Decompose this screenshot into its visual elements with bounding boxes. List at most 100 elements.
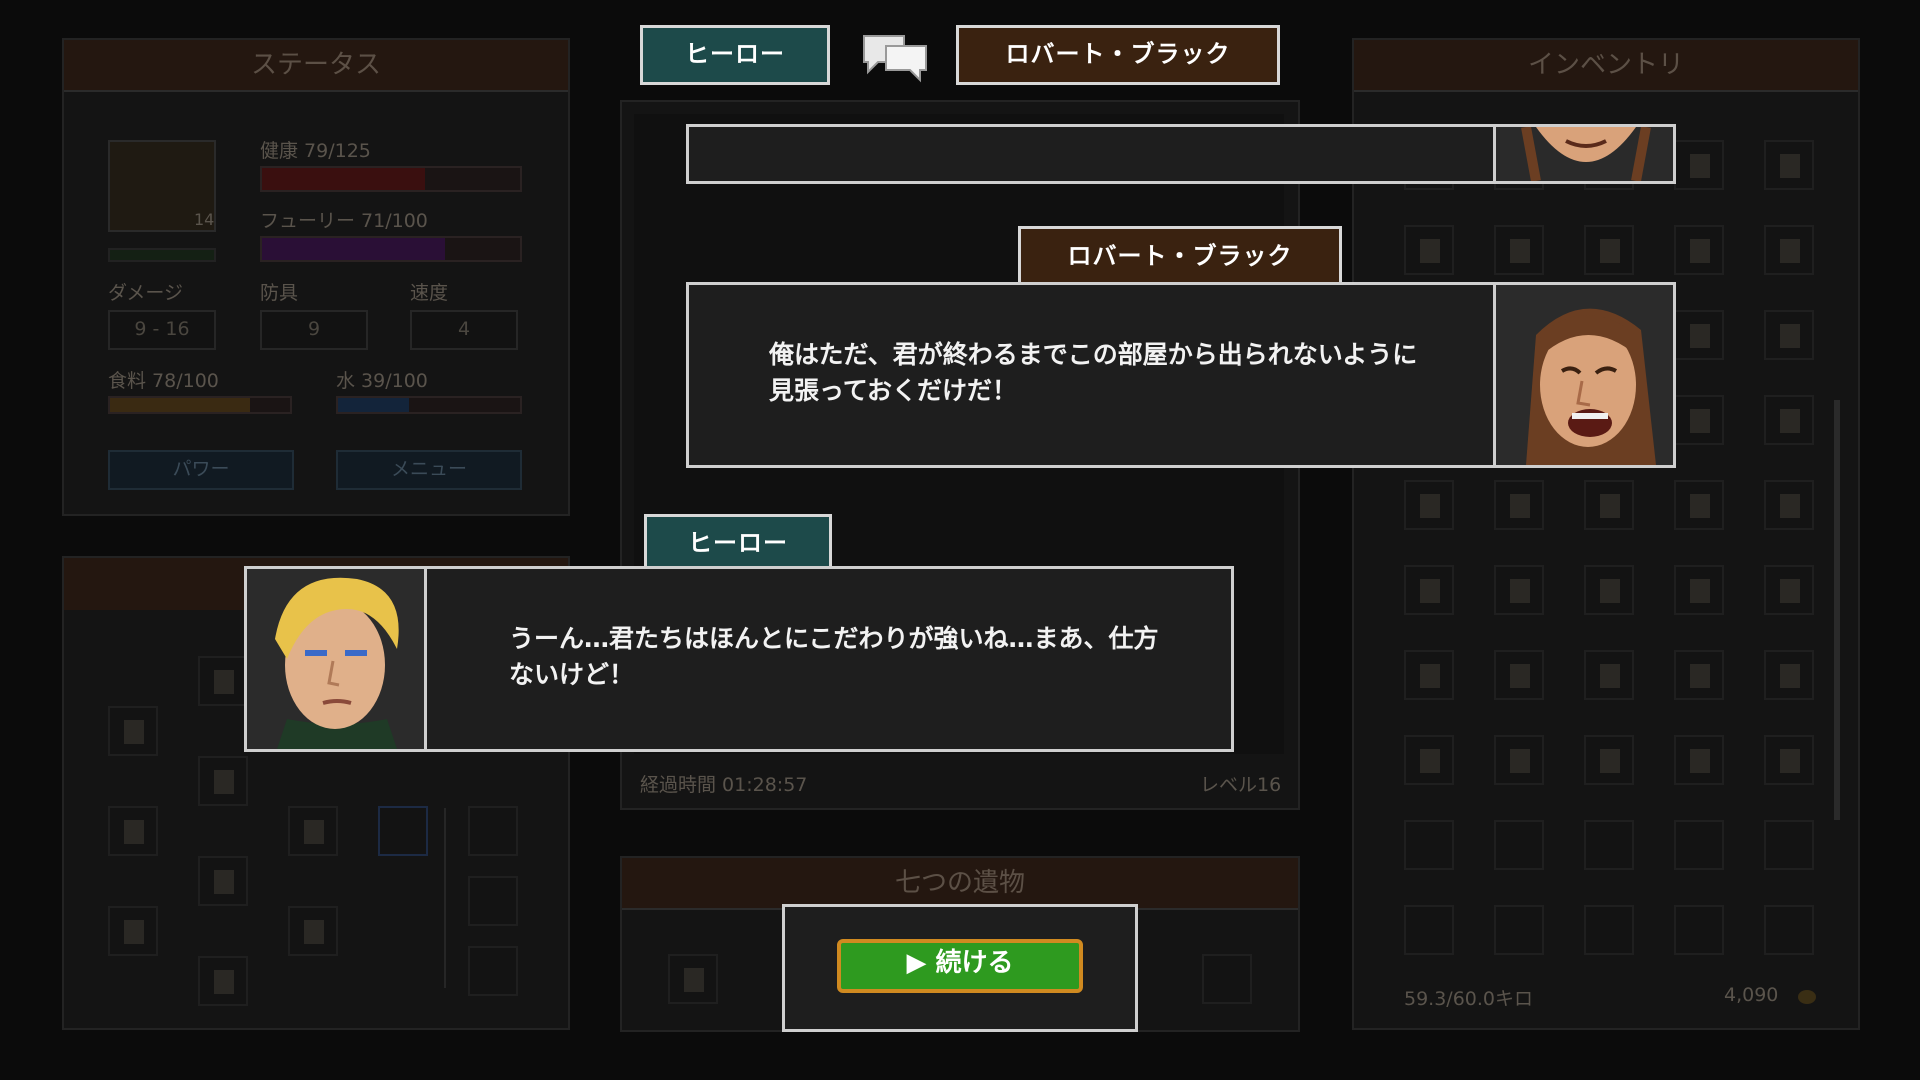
inventory-slot[interactable] [1584,905,1634,955]
inventory-slot[interactable] [1764,310,1814,360]
armor-value: 9 [260,310,368,350]
inventory-slot[interactable] [1584,480,1634,530]
inventory-grid [1404,140,1824,955]
inventory-slot[interactable] [1674,735,1724,785]
equipment-slot[interactable] [468,946,518,996]
inventory-title: インベントリ [1354,40,1858,92]
inventory-slot[interactable] [1584,650,1634,700]
inventory-slot[interactable] [1404,905,1454,955]
previous-dialogue-box [686,124,1676,184]
inventory-slot[interactable] [1674,225,1724,275]
health-label: 健康 79/125 [260,140,371,162]
inventory-slot[interactable] [1404,565,1454,615]
inventory-slot[interactable] [1584,735,1634,785]
elapsed-time: 経過時間 01:28:57 [640,774,808,796]
fury-bar [260,236,522,262]
continue-button[interactable]: ▶ 続ける [837,939,1083,993]
carry-weight: 59.3/60.0キロ [1404,988,1534,1010]
inventory-slot[interactable] [1764,650,1814,700]
equipment-slot[interactable] [108,806,158,856]
menu-button[interactable]: メニュー [336,450,522,490]
inventory-slot[interactable] [1494,565,1544,615]
water-bar [336,396,522,414]
inventory-slot[interactable] [1674,820,1724,870]
inventory-slot[interactable] [1764,905,1814,955]
food-label: 食料 78/100 [108,370,219,392]
inventory-scrollbar[interactable] [1834,400,1840,820]
damage-value: 9 - 16 [108,310,216,350]
equipment-slot[interactable] [198,656,248,706]
inventory-slot[interactable] [1494,650,1544,700]
inventory-slot[interactable] [1674,395,1724,445]
inventory-panel: インベントリ 59.3/60.0キロ 4,090 [1352,38,1860,1030]
inventory-slot[interactable] [1404,225,1454,275]
robert-name-tag: ロバート・ブラック [1018,226,1342,288]
gold-amount: 4,090 [1724,984,1779,1006]
equipment-slot[interactable] [468,876,518,926]
inventory-slot[interactable] [1764,140,1814,190]
continue-panel: ▶ 続ける [782,904,1138,1032]
xp-bar [108,248,216,262]
relics-title: 七つの遺物 [622,858,1298,910]
inventory-slot[interactable] [1674,480,1724,530]
equipment-slot[interactable] [198,956,248,1006]
inventory-slot[interactable] [1764,735,1814,785]
inventory-slot[interactable] [1494,480,1544,530]
equipment-slot[interactable] [288,906,338,956]
equipment-slot[interactable] [378,806,428,856]
water-bar-fill [338,398,409,412]
inventory-slot[interactable] [1674,650,1724,700]
relic-slot[interactable] [668,954,718,1004]
equipment-slot[interactable] [198,756,248,806]
inventory-slot[interactable] [1764,395,1814,445]
equipment-slot[interactable] [108,706,158,756]
inventory-slot[interactable] [1674,565,1724,615]
speed-label: 速度 [410,282,449,304]
hero-portrait [247,569,427,749]
armor-label: 防具 [260,282,299,304]
robert-dialogue-text: 俺はただ、君が終わるまでこの部屋から出られないように見張っておくだけだ！ [769,340,1418,405]
inventory-slot[interactable] [1674,140,1724,190]
robert-portrait-partial [1493,127,1673,181]
fury-bar-fill [262,238,446,260]
food-bar-fill [110,398,251,412]
top-speaker-tag-robert: ロバート・ブラック [956,25,1280,85]
health-bar-fill [262,168,425,190]
inventory-slot[interactable] [1584,820,1634,870]
gold-coin-icon [1798,990,1816,1004]
inventory-slot[interactable] [1674,310,1724,360]
inventory-slot[interactable] [1764,565,1814,615]
robert-portrait [1493,285,1673,465]
inventory-slot[interactable] [1404,480,1454,530]
inventory-slot[interactable] [1404,735,1454,785]
inventory-slot[interactable] [1404,650,1454,700]
inventory-slot[interactable] [1494,820,1544,870]
status-title: ステータス [64,40,568,92]
inventory-slot[interactable] [1764,480,1814,530]
equipment-slot[interactable] [288,806,338,856]
equipment-slot[interactable] [198,856,248,906]
inventory-slot[interactable] [1584,225,1634,275]
inventory-slot[interactable] [1404,820,1454,870]
equipment-slot[interactable] [468,806,518,856]
water-label: 水 39/100 [336,370,428,392]
inventory-slot[interactable] [1764,225,1814,275]
health-bar [260,166,522,192]
relic-slot[interactable] [1202,954,1252,1004]
hero-name-tag: ヒーロー [644,514,832,574]
power-button[interactable]: パワー [108,450,294,490]
robert-dialogue-box: 俺はただ、君が終わるまでこの部屋から出られないように見張っておくだけだ！ [686,282,1676,468]
equipment-slot[interactable] [108,906,158,956]
inventory-slot[interactable] [1494,225,1544,275]
inventory-slot[interactable] [1494,735,1544,785]
inventory-slot[interactable] [1674,905,1724,955]
speed-value: 4 [410,310,518,350]
inventory-slot[interactable] [1764,820,1814,870]
top-speaker-tag-hero: ヒーロー [640,25,830,85]
chat-bubbles-icon [858,28,932,84]
damage-label: ダメージ [108,282,184,304]
status-panel: ステータス 14 健康 79/125 フューリー 71/100 ダメージ 防具 … [62,38,570,516]
inventory-slot[interactable] [1584,565,1634,615]
hero-dialogue-text: うーん…君たちはほんとにこだわりが強いね…まあ、仕方ないけど！ [509,624,1159,689]
inventory-slot[interactable] [1494,905,1544,955]
